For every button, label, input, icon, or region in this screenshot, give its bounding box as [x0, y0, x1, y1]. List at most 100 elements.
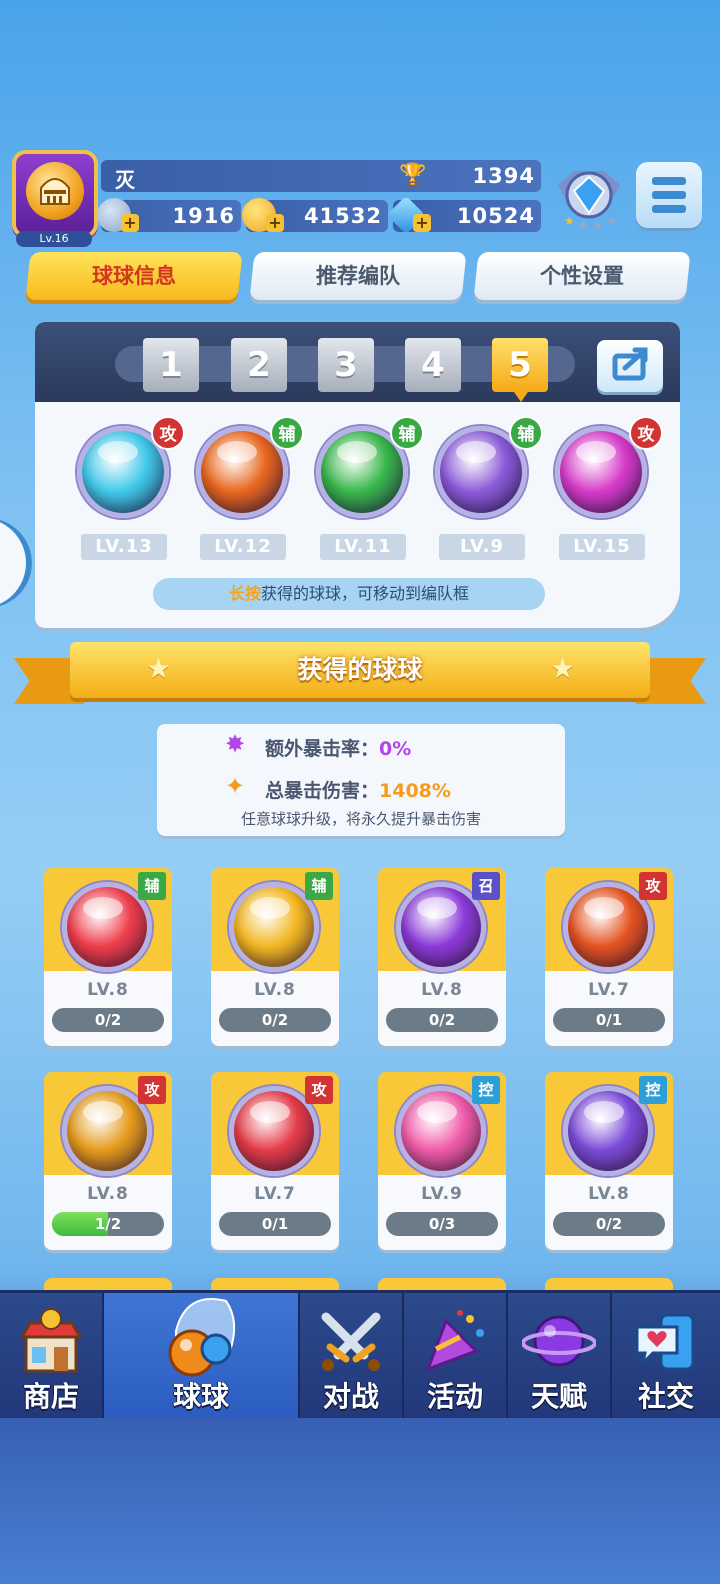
- ball-level: LV.9: [421, 1184, 463, 1204]
- role-badge: 攻: [151, 416, 185, 450]
- role-tag: 辅: [138, 872, 166, 900]
- ball-level: LV.8: [588, 1184, 630, 1204]
- role-badge: 辅: [509, 416, 543, 450]
- team-slot-3[interactable]: 3: [318, 338, 374, 392]
- add-coin-icon[interactable]: +: [266, 214, 284, 232]
- team-slot-2[interactable]: 2: [231, 338, 287, 392]
- coin-currency-bar[interactable]: + 41532: [242, 198, 388, 232]
- nav-social[interactable]: 社交: [612, 1293, 720, 1421]
- side-drawer-handle[interactable]: [0, 518, 32, 608]
- role-tag: 攻: [305, 1076, 333, 1104]
- owned-ball-card[interactable]: 攻 LV.8 1/2: [44, 1072, 172, 1250]
- team-ball-3[interactable]: 辅: [312, 416, 424, 524]
- role-tag: 辅: [305, 872, 333, 900]
- team-slot-1[interactable]: 1: [143, 338, 199, 392]
- helmet-avatar-icon: [26, 162, 84, 220]
- hint-text: 获得的球球，可移动到编队框: [261, 584, 470, 603]
- ball-level: LV.8: [254, 980, 296, 1000]
- owned-ball-card[interactable]: 攻 LV.7 0/1: [545, 868, 673, 1046]
- upgrade-progress-bar: 0/3: [386, 1212, 498, 1236]
- player-avatar[interactable]: [12, 150, 98, 238]
- add-energy-icon[interactable]: +: [121, 214, 139, 232]
- owned-balls-ribbon: ★ ★ 获得的球球: [14, 642, 706, 708]
- team-ball-level: LV.12: [200, 534, 286, 560]
- role-tag: 控: [472, 1076, 500, 1104]
- upgrade-progress-bar: 0/2: [219, 1008, 331, 1032]
- bottom-nav: 商店 球球 对战 活动 天赋 社交: [0, 1290, 720, 1421]
- tab-ball-info[interactable]: 球球信息: [25, 252, 243, 300]
- team-ball-4[interactable]: 辅: [431, 416, 543, 524]
- nav-talent[interactable]: 天赋: [508, 1293, 612, 1421]
- team-ball-1[interactable]: 攻: [73, 416, 185, 524]
- tab-recommended-team[interactable]: 推荐编队: [249, 252, 467, 300]
- share-icon[interactable]: [597, 340, 663, 392]
- nav-events[interactable]: 活动: [404, 1293, 508, 1421]
- team-ball-level: LV.15: [559, 534, 645, 560]
- team-slot-5[interactable]: 5: [492, 338, 548, 402]
- nav-label: 对战: [322, 1380, 379, 1413]
- team-ball-level: LV.11: [320, 534, 406, 560]
- crit-rate-label: 额外暴击率：: [265, 738, 380, 760]
- tab-label: 球球信息: [92, 264, 176, 288]
- crit-damage-value: 1408%: [379, 780, 451, 802]
- tab-label: 推荐编队: [316, 264, 400, 288]
- crit-rate-value: 0%: [379, 738, 412, 760]
- energy-currency-bar[interactable]: + 1916: [97, 198, 241, 232]
- ball-level: LV.8: [421, 980, 463, 1000]
- rank-badge-icon[interactable]: ★ ★ ★ ★: [552, 163, 626, 233]
- owned-ball-card[interactable]: 辅 LV.8 0/2: [44, 868, 172, 1046]
- lower-background: [0, 1418, 720, 1584]
- progress-text: 0/2: [595, 1215, 623, 1233]
- diamond-value: 10524: [456, 204, 535, 228]
- role-tag: 攻: [138, 1076, 166, 1104]
- trophy-icon: 🏆: [399, 163, 427, 188]
- chat-phone-icon: [631, 1307, 701, 1381]
- svg-text:★: ★: [592, 218, 603, 232]
- diamond-currency-bar[interactable]: + 10524: [386, 195, 541, 235]
- player-name: 灭: [115, 168, 135, 192]
- owned-ball-card[interactable]: 控 LV.9 0/3: [378, 1072, 506, 1250]
- owned-ball-card[interactable]: 辅 LV.8 0/2: [211, 868, 339, 1046]
- nav-battle[interactable]: 对战: [300, 1293, 404, 1421]
- progress-text: 0/2: [428, 1011, 456, 1029]
- progress-text: 0/3: [428, 1215, 456, 1233]
- owned-ball-card[interactable]: 攻 LV.7 0/1: [211, 1072, 339, 1250]
- balls-icon: [156, 1291, 246, 1385]
- progress-text: 0/2: [261, 1011, 289, 1029]
- upgrade-progress-bar: 0/2: [553, 1212, 665, 1236]
- progress-text: 0/2: [94, 1011, 122, 1029]
- owned-ball-card[interactable]: 控 LV.8 0/2: [545, 1072, 673, 1250]
- role-tag: 召: [472, 872, 500, 900]
- owned-ball-card[interactable]: 召 LV.8 0/2: [378, 868, 506, 1046]
- menu-icon[interactable]: [636, 162, 702, 228]
- hint-highlight: 长按: [228, 584, 261, 603]
- ball-level: LV.7: [254, 1184, 296, 1204]
- add-diamond-icon[interactable]: +: [413, 214, 431, 232]
- team-ball-5[interactable]: 攻: [551, 416, 663, 524]
- nav-balls[interactable]: 球球: [104, 1293, 300, 1421]
- crit-stats-panel: ✸ 额外暴击率：0% ✦ 总暴击伤害：1408% 任意球球升级，将永久提升暴击伤…: [157, 724, 565, 836]
- nav-label: 社交: [637, 1380, 694, 1413]
- team-slot-4[interactable]: 4: [405, 338, 461, 392]
- player-name-bar: 灭 🏆 1394: [101, 160, 541, 192]
- upgrade-progress-bar: 0/2: [386, 1008, 498, 1032]
- nav-shop[interactable]: 商店: [0, 1293, 104, 1421]
- team-ball-2[interactable]: 辅: [192, 416, 304, 524]
- role-badge: 辅: [390, 416, 424, 450]
- svg-text:★: ★: [564, 214, 575, 228]
- nav-label: 商店: [22, 1380, 79, 1413]
- upgrade-progress-bar: 0/2: [52, 1008, 164, 1032]
- progress-text: 0/1: [261, 1215, 289, 1233]
- svg-text:★: ★: [578, 218, 589, 232]
- upgrade-progress-bar: 0/1: [219, 1212, 331, 1236]
- shop-icon: [16, 1307, 86, 1381]
- ball-level: LV.8: [87, 980, 129, 1000]
- ball-level: LV.8: [87, 1184, 129, 1204]
- energy-value: 1916: [172, 204, 235, 228]
- nav-label: 天赋: [530, 1380, 587, 1413]
- role-tag: 攻: [639, 872, 667, 900]
- upgrade-progress-bar: 0/1: [553, 1008, 665, 1032]
- tab-personal-settings[interactable]: 个性设置: [473, 252, 691, 300]
- crit-rate-icon: ✸: [225, 730, 246, 758]
- upgrade-progress-bar: 1/2: [52, 1212, 164, 1236]
